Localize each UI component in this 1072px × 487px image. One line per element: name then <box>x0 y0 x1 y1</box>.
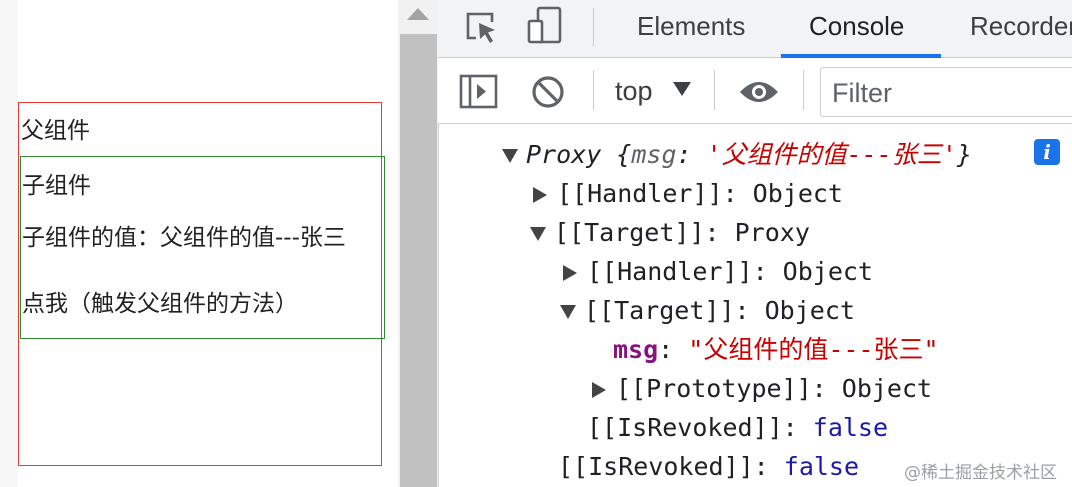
parent-component-label: 父组件 <box>21 118 90 144</box>
tree-row-value: Object <box>841 374 933 403</box>
console-tree-row: [[IsRevoked]]: false <box>587 413 888 443</box>
info-icon[interactable]: i <box>1034 139 1060 165</box>
tree-row-label: [[Handler]]: <box>557 179 753 208</box>
console-tree-row[interactable]: [[Target]]: Proxy <box>530 218 810 248</box>
tree-row-label: [[Prototype]]: <box>616 374 842 403</box>
eye-icon[interactable] <box>738 75 780 109</box>
console-tree-row[interactable]: [[Target]]: Object <box>560 296 855 326</box>
proxy-colon: : <box>676 140 707 169</box>
tree-row-label: [[Target]]: <box>554 218 735 247</box>
tree-row-label: [[IsRevoked]]: <box>558 452 784 481</box>
context-selector[interactable]: top <box>615 76 653 107</box>
child-value-text: 子组件的值：父组件的值---张三 <box>22 225 346 251</box>
tree-row-value: false <box>812 413 889 442</box>
tree-row-value: Object <box>782 257 873 286</box>
tree-row-value: false <box>783 452 860 481</box>
tree-row-label: [[IsRevoked]]: <box>587 413 813 442</box>
scroll-up-arrow-icon[interactable] <box>407 8 429 20</box>
child-component-label: 子组件 <box>22 173 91 199</box>
trigger-parent-method-button[interactable]: 点我（触发父组件的方法） <box>22 284 298 318</box>
clear-console-icon[interactable] <box>529 73 567 111</box>
toolbar-separator <box>593 70 594 110</box>
tabbar-separator <box>593 8 594 46</box>
expand-arrow-icon[interactable] <box>563 265 577 281</box>
tree-row-label: [[Target]]: <box>584 296 765 325</box>
expand-arrow-icon[interactable] <box>530 227 546 241</box>
console-tree-row[interactable]: [[Handler]]: Object <box>563 257 873 287</box>
inspect-element-icon[interactable] <box>462 8 502 48</box>
tab-elements[interactable]: Elements <box>637 11 745 42</box>
expand-arrow-icon[interactable] <box>533 187 547 203</box>
proxy-prefix: Proxy { <box>526 140 632 169</box>
property-separator: : <box>658 335 689 364</box>
tab-console[interactable]: Console <box>809 11 904 42</box>
console-tree-row: [[IsRevoked]]: false <box>558 452 859 482</box>
console-property-row: msg: "父组件的值---张三" <box>613 335 939 365</box>
tree-row-value: Proxy <box>734 218 810 247</box>
console-tree-row[interactable]: [[Handler]]: Object <box>533 179 843 209</box>
scrollbar-thumb[interactable] <box>400 34 437 487</box>
tree-row-value: Object <box>764 296 855 325</box>
page-left-margin <box>0 0 18 487</box>
toolbar-separator <box>714 70 715 110</box>
watermark: @稀土掘金技术社区 <box>904 463 1057 483</box>
sidebar-toggle-icon[interactable] <box>458 72 500 112</box>
chevron-down-icon[interactable] <box>673 82 691 96</box>
filter-input[interactable] <box>832 76 1052 110</box>
device-toolbar-icon[interactable] <box>525 5 567 47</box>
proxy-suffix: } <box>956 140 972 169</box>
console-proxy-line[interactable]: Proxy {msg: '父组件的值---张三'} <box>502 140 972 170</box>
property-value: "父组件的值---张三" <box>688 335 939 364</box>
toolbar-separator <box>803 70 804 110</box>
tree-row-value: Object <box>752 179 843 208</box>
proxy-value: '父组件的值---张三' <box>706 140 957 169</box>
expand-arrow-icon[interactable] <box>502 149 518 163</box>
expand-arrow-icon[interactable] <box>592 382 606 398</box>
proxy-key: msg <box>631 140 677 169</box>
tree-row-label: [[Handler]]: <box>587 257 783 286</box>
expand-arrow-icon[interactable] <box>560 305 576 319</box>
console-tree-row[interactable]: [[Prototype]]: Object <box>592 374 932 404</box>
tab-recorder[interactable]: Recorder <box>970 11 1072 42</box>
property-key: msg <box>613 335 659 364</box>
